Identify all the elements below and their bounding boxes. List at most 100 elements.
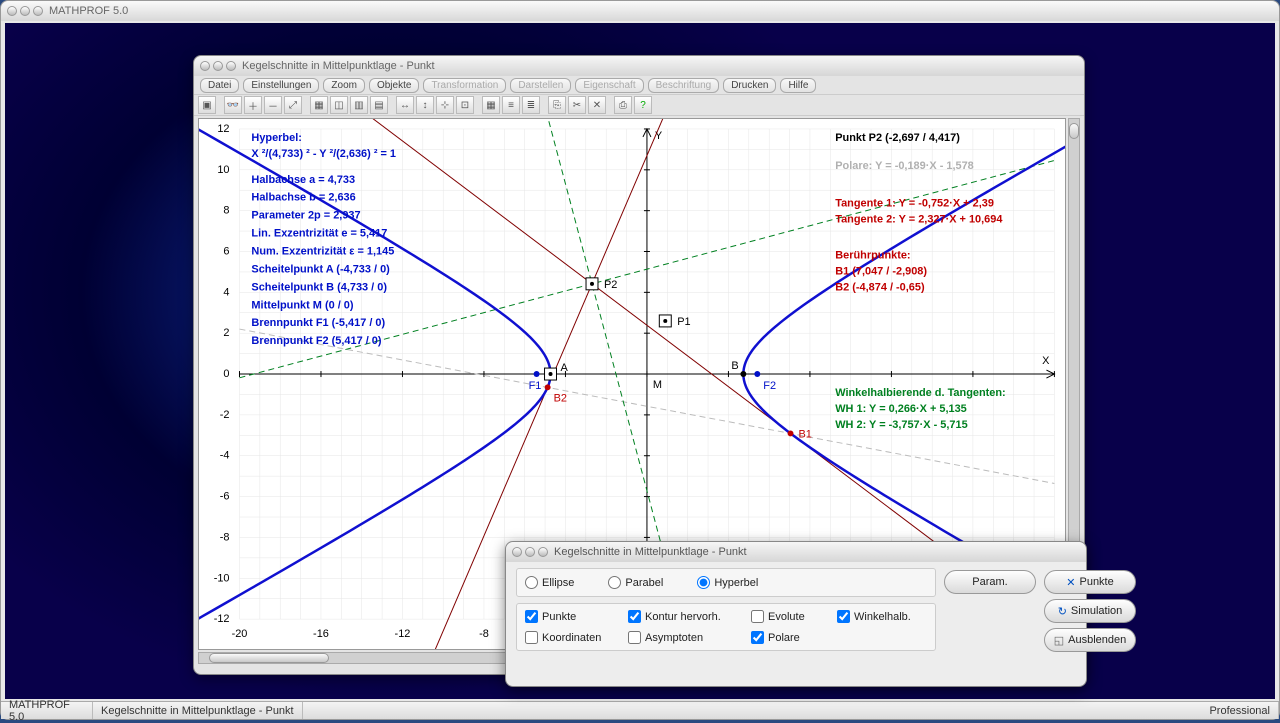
check-asymptoten[interactable]: Asymptoten	[628, 631, 743, 644]
app-window: MATHPROF 5.0 Kegelschnitte in Mittelpunk…	[0, 0, 1280, 720]
svg-text:2: 2	[223, 327, 229, 339]
svg-text:Hyperbel:: Hyperbel:	[251, 132, 301, 144]
menu-hilfe[interactable]: Hilfe	[780, 78, 816, 93]
panel2-icon[interactable]: ▥	[350, 96, 368, 114]
bubble-icon	[33, 6, 43, 16]
svg-text:WH 1: Y = 0,266·X + 5,135: WH 1: Y = 0,266·X + 5,135	[835, 403, 967, 415]
svg-text:-10: -10	[214, 572, 230, 584]
scrollbar-thumb[interactable]	[1069, 123, 1079, 139]
help-icon[interactable]: ?	[634, 96, 652, 114]
svg-text:Brennpunkt F2 (5,417 / 0): Brennpunkt F2 (5,417 / 0)	[251, 335, 381, 347]
app-titlebar[interactable]: MATHPROF 5.0	[1, 1, 1279, 21]
table-icon[interactable]: ▦	[482, 96, 500, 114]
cycle-icon: ↻	[1058, 605, 1067, 618]
check-label: Polare	[768, 632, 800, 644]
svg-text:Tangente 2: Y = 2,327·X + 10,6: Tangente 2: Y = 2,327·X + 10,694	[835, 214, 1003, 226]
svg-text:4: 4	[223, 286, 229, 298]
menu-eigenschaft[interactable]: Eigenschaft	[575, 78, 643, 93]
svg-text:-12: -12	[214, 613, 230, 625]
check-polare[interactable]: Polare	[751, 631, 829, 644]
grid-icon[interactable]: ▦	[310, 96, 328, 114]
svg-text:Punkt P2 (-2,697 / 4,417): Punkt P2 (-2,697 / 4,417)	[835, 132, 960, 144]
svg-text:Tangente 1: Y = -0,752·X + 2,3: Tangente 1: Y = -0,752·X + 2,39	[835, 198, 994, 210]
ausblenden-button[interactable]: ◱Ausblenden	[1044, 628, 1136, 652]
menu-darstellen[interactable]: Darstellen	[510, 78, 571, 93]
radio-ellipse[interactable]: Ellipse	[525, 576, 574, 589]
check-evolute[interactable]: Evolute	[751, 610, 829, 623]
zoom-fit-icon[interactable]: ⤢	[284, 96, 302, 114]
svg-text:B: B	[731, 360, 738, 372]
svg-text:Berührpunkte:: Berührpunkte:	[835, 249, 910, 261]
axis1-icon[interactable]: ⊹	[436, 96, 454, 114]
check-label: Winkelhalb.	[854, 611, 911, 623]
axis2-icon[interactable]: ⊡	[456, 96, 474, 114]
zoom-out-icon[interactable]: －	[264, 96, 282, 114]
svg-text:X ²/(4,733) ² - Y ²/(2,636) ²: X ²/(4,733) ² - Y ²/(2,636) ² = 1	[251, 148, 396, 160]
zoom-in-icon[interactable]: ＋	[244, 96, 262, 114]
list1-icon[interactable]: ≡	[502, 96, 520, 114]
panel-titlebar[interactable]: Kegelschnitte in Mittelpunktlage - Punkt	[506, 542, 1086, 562]
check-koordinaten[interactable]: Koordinaten	[525, 631, 620, 644]
radio-label: Parabel	[625, 577, 663, 589]
svg-text:-16: -16	[313, 628, 329, 640]
radio-parabel[interactable]: Parabel	[608, 576, 663, 589]
svg-text:WH 2: Y = -3,757·X - 5,715: WH 2: Y = -3,757·X - 5,715	[835, 419, 967, 431]
check-winkelhalb[interactable]: Winkelhalb.	[837, 610, 927, 623]
child-titlebar[interactable]: Kegelschnitte in Mittelpunktlage - Punkt	[194, 56, 1084, 76]
simulation-button[interactable]: ↻Simulation	[1044, 599, 1136, 623]
menu-datei[interactable]: Datei	[200, 78, 239, 93]
scrollbar-thumb[interactable]	[209, 653, 329, 663]
menu-transformation[interactable]: Transformation	[423, 78, 506, 93]
check-label: Evolute	[768, 611, 805, 623]
menu-drucken[interactable]: Drucken	[723, 78, 776, 93]
axis-y-icon[interactable]: ↕	[416, 96, 434, 114]
svg-text:Parameter 2p = 2,937: Parameter 2p = 2,937	[251, 210, 360, 222]
check-kontur[interactable]: Kontur hervorh.	[628, 610, 743, 623]
svg-text:A: A	[560, 362, 568, 374]
hide-icon: ◱	[1054, 634, 1064, 647]
svg-text:Mittelpunkt M (0 / 0): Mittelpunkt M (0 / 0)	[251, 299, 353, 311]
check-punkte[interactable]: Punkte	[525, 610, 620, 623]
panel3-icon[interactable]: ▤	[370, 96, 388, 114]
check-label: Punkte	[542, 611, 576, 623]
svg-text:0: 0	[223, 368, 229, 380]
radio-label: Ellipse	[542, 577, 574, 589]
bubble-icon	[7, 6, 17, 16]
status-edition: Professional	[1201, 702, 1279, 719]
bubble-icon	[538, 547, 548, 557]
paste-icon[interactable]: ✕	[588, 96, 606, 114]
svg-text:Num. Exzentrizität ε = 1,145: Num. Exzentrizität ε = 1,145	[251, 245, 394, 257]
bubble-icon	[525, 547, 535, 557]
svg-text:Halbachse a = 4,733: Halbachse a = 4,733	[251, 174, 355, 186]
radio-hyperbel[interactable]: Hyperbel	[697, 576, 758, 589]
svg-text:Halbachse b = 2,636: Halbachse b = 2,636	[251, 192, 355, 204]
svg-text:P2: P2	[604, 279, 617, 291]
menu-objekte[interactable]: Objekte	[369, 78, 419, 93]
punkte-button[interactable]: ✕Punkte	[1044, 570, 1136, 594]
svg-text:B2: B2	[554, 392, 567, 404]
svg-text:B1 (7,047 / -2,908): B1 (7,047 / -2,908)	[835, 265, 927, 277]
svg-text:Winkelhalbierende d. Tangenten: Winkelhalbierende d. Tangenten:	[835, 387, 1005, 399]
view-icon[interactable]: 👓	[224, 96, 242, 114]
menu-zoom[interactable]: Zoom	[323, 78, 365, 93]
param-button[interactable]: Param.	[944, 570, 1036, 594]
panel-title: Kegelschnitte in Mittelpunktlage - Punkt	[554, 546, 747, 558]
svg-text:10: 10	[217, 164, 229, 176]
svg-text:Scheitelpunkt B (4,733 / 0): Scheitelpunkt B (4,733 / 0)	[251, 281, 387, 293]
svg-text:8: 8	[223, 205, 229, 217]
print-icon[interactable]: ⎙	[614, 96, 632, 114]
svg-text:F2: F2	[763, 380, 776, 392]
menu-einstellungen[interactable]: Einstellungen	[243, 78, 319, 93]
panel1-icon[interactable]: ◫	[330, 96, 348, 114]
menu-beschriftung[interactable]: Beschriftung	[648, 78, 720, 93]
axis-x-icon[interactable]: ↔	[396, 96, 414, 114]
copy-icon[interactable]: ⎘	[548, 96, 566, 114]
svg-text:B2 (-4,874 / -0,65): B2 (-4,874 / -0,65)	[835, 281, 925, 293]
svg-text:-20: -20	[232, 628, 248, 640]
cut-icon[interactable]: ✂	[568, 96, 586, 114]
save-icon[interactable]: ▣	[198, 96, 216, 114]
check-label: Koordinaten	[542, 632, 601, 644]
svg-text:-2: -2	[220, 409, 230, 421]
svg-text:-8: -8	[479, 628, 489, 640]
list2-icon[interactable]: ≣	[522, 96, 540, 114]
